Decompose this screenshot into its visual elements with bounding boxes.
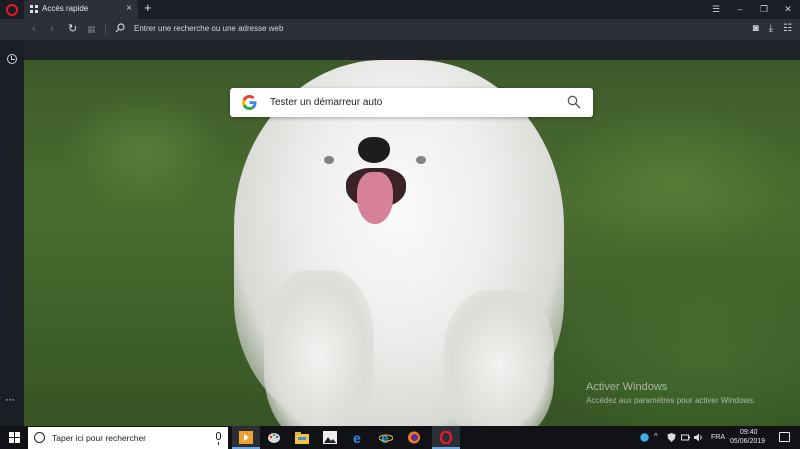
- screen: Accès rapide × + ☰ – ❐ ✕ ‹ › ↻ ▦ Entrer …: [0, 0, 800, 449]
- taskbar: Taper ici pour rechercher e e ^ FRA 09:4…: [0, 426, 800, 449]
- dog-leg: [264, 270, 374, 426]
- speed-dial-search-box[interactable]: Tester un démarreur auto: [230, 88, 593, 117]
- settings-icon[interactable]: ☷: [783, 22, 792, 36]
- clock-date[interactable]: 05/06/2019: [730, 438, 765, 445]
- sidebar-more-icon[interactable]: ···: [5, 392, 15, 406]
- reload-icon[interactable]: ↻: [68, 22, 77, 36]
- back-icon[interactable]: ‹: [32, 22, 36, 36]
- microphone-icon[interactable]: [216, 432, 221, 445]
- tab-title: Accès rapide: [42, 4, 89, 13]
- svg-text:e: e: [353, 431, 361, 444]
- volume-icon[interactable]: [694, 433, 703, 442]
- easy-setup-icon[interactable]: ☰: [704, 0, 728, 19]
- dog-tongue: [357, 172, 393, 224]
- opera-menu-icon[interactable]: [6, 4, 18, 16]
- window-controls: ☰ – ❐ ✕: [704, 0, 800, 19]
- history-icon[interactable]: [7, 54, 17, 64]
- file-explorer-icon[interactable]: [288, 426, 316, 449]
- minimize-button[interactable]: –: [728, 0, 752, 19]
- clock-time[interactable]: 09:40: [740, 429, 758, 436]
- address-input[interactable]: Entrer une recherche ou une adresse web: [134, 24, 283, 33]
- photos-icon[interactable]: [316, 426, 344, 449]
- address-toolbar: ‹ › ↻ ▦ Entrer une recherche ou une adre…: [0, 19, 800, 40]
- search-icon: [115, 23, 125, 33]
- tab-quick-access[interactable]: Accès rapide ×: [24, 0, 138, 19]
- edge-icon[interactable]: e: [344, 426, 372, 449]
- close-window-button[interactable]: ✕: [776, 0, 800, 19]
- close-tab-icon[interactable]: ×: [126, 3, 132, 15]
- speed-dial-icon: [30, 5, 38, 13]
- toolbar-right-icons: ◙ ⤓ ☷: [753, 22, 792, 36]
- battery-icon[interactable]: [681, 433, 690, 442]
- start-button[interactable]: [9, 432, 20, 443]
- dog-nose: [358, 137, 390, 163]
- google-icon: [242, 95, 257, 110]
- taskbar-search-box[interactable]: Taper ici pour rechercher: [28, 427, 228, 449]
- sidebar: ···: [0, 40, 24, 426]
- camera-icon[interactable]: ◙: [753, 22, 759, 36]
- search-input[interactable]: Tester un démarreur auto: [270, 97, 382, 108]
- maximize-button[interactable]: ❐: [752, 0, 776, 19]
- paint-icon[interactable]: [260, 426, 288, 449]
- tabs-grid-icon[interactable]: ▦: [87, 22, 96, 36]
- download-icon[interactable]: ⤓: [769, 22, 773, 36]
- activate-windows-subtitle: Accédez aux paramètres pour activer Wind…: [586, 396, 756, 405]
- internet-explorer-icon[interactable]: e: [372, 426, 400, 449]
- activate-windows-title: Activer Windows: [586, 381, 668, 393]
- tab-bar: Accès rapide × + ☰ – ❐ ✕: [0, 0, 800, 19]
- cortana-icon: [34, 432, 45, 443]
- security-icon[interactable]: [667, 433, 676, 442]
- search-icon[interactable]: [567, 95, 581, 109]
- toolbar-divider: [105, 23, 106, 35]
- dog-eye: [416, 156, 426, 164]
- taskbar-search-input[interactable]: Taper ici pour rechercher: [52, 433, 146, 443]
- toolbar-strip: [0, 40, 800, 60]
- forward-icon[interactable]: ›: [50, 22, 54, 36]
- dog-eye: [324, 156, 334, 164]
- firefox-icon[interactable]: [400, 426, 428, 449]
- media-player-icon[interactable]: [232, 426, 260, 449]
- action-center-icon[interactable]: [779, 432, 790, 442]
- language-indicator[interactable]: FRA: [711, 434, 725, 441]
- tray-overflow-icon[interactable]: ^: [654, 432, 663, 441]
- dog-leg: [444, 290, 554, 426]
- network-status-icon[interactable]: [640, 433, 649, 442]
- svg-text:e: e: [381, 431, 389, 444]
- opera-icon[interactable]: [432, 426, 460, 449]
- new-tab-button[interactable]: +: [144, 1, 152, 15]
